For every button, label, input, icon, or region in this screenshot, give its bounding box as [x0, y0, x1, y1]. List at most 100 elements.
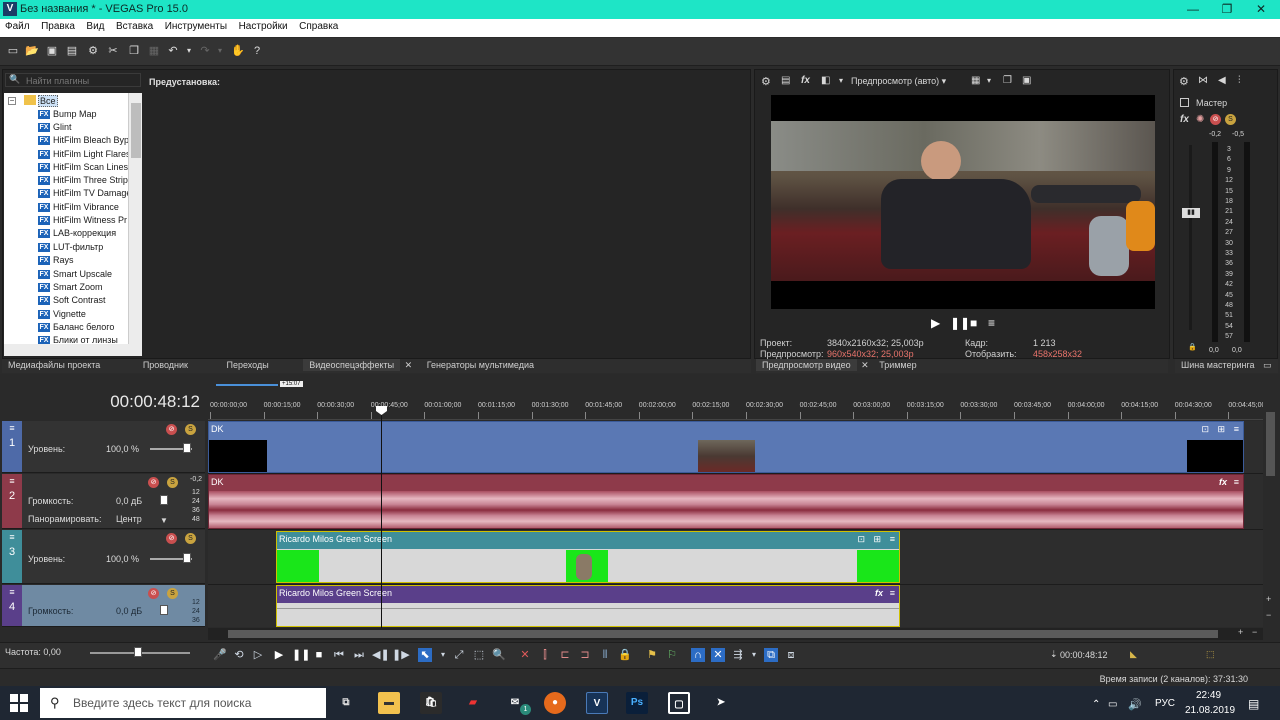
plugin-item[interactable]: FX Glint	[38, 122, 72, 133]
ignore-grouping-icon[interactable]: ⧈	[784, 648, 798, 662]
hscroll-thumb[interactable]	[228, 630, 1218, 638]
split-icon[interactable]: ⫴	[598, 648, 612, 662]
normal-edit-tool-icon[interactable]: ⬉	[418, 648, 432, 662]
copy-icon[interactable]: ❐	[127, 44, 141, 58]
menu-tools[interactable]: Инструменты	[160, 19, 231, 32]
track-menu-icon[interactable]: ≡	[2, 587, 22, 597]
event-pan-crop-icon[interactable]: ⊡	[857, 534, 865, 545]
transport-play-icon[interactable]: ▶	[272, 648, 286, 662]
plugin-root[interactable]: Все	[38, 95, 58, 107]
loop-region-bar[interactable]: +15:07	[208, 380, 1263, 390]
play-from-start-icon[interactable]: ▷	[251, 648, 265, 662]
event-menu-icon[interactable]: ≡	[890, 534, 895, 544]
taskbar-search-input[interactable]: Введите здесь текст для поиска	[73, 696, 251, 710]
lock-icon[interactable]: 🔒	[1188, 343, 1197, 351]
store-icon[interactable]: 🛍	[420, 692, 442, 714]
split-screen-icon[interactable]: ◧	[821, 75, 830, 86]
auto-crossfade-icon[interactable]: ✕	[711, 648, 725, 662]
master-automation-icon[interactable]: ✺	[1196, 114, 1204, 125]
selection-tool-icon[interactable]: ⬚	[472, 648, 486, 662]
properties-icon[interactable]: ⚙	[86, 44, 100, 58]
plugin-item[interactable]: FX Soft Contrast	[38, 295, 106, 306]
prev-frame-icon[interactable]: ◀❚	[372, 648, 390, 662]
tab-video-preview[interactable]: Предпросмотр видео	[756, 359, 857, 371]
mute-icon[interactable]: ⊘	[166, 533, 177, 544]
video-event-ricardo[interactable]: Ricardo Milos Green Screen ⊡ ⊞ ≡	[276, 531, 900, 583]
open-icon[interactable]: 📂	[25, 44, 39, 58]
tab-project-media[interactable]: Медиафайлы проекта	[2, 359, 106, 371]
envelope-tool-icon[interactable]: ⤢	[452, 648, 466, 662]
master-mute-icon[interactable]: ⊘	[1210, 114, 1221, 125]
file-explorer-icon[interactable]: ▬	[378, 692, 400, 714]
playhead-line[interactable]	[381, 408, 382, 630]
plugin-search-input[interactable]: Найти плагины	[26, 76, 89, 86]
volume-icon[interactable]: 🔊	[1128, 698, 1142, 711]
windows-start-icon[interactable]	[10, 694, 28, 712]
taskbar-search-box[interactable]: ⚲ Введите здесь текст для поиска	[40, 688, 326, 718]
insert-region-icon[interactable]: ⚐	[665, 648, 679, 662]
new-icon[interactable]: ▭	[6, 44, 20, 58]
audio-event-ricardo[interactable]: Ricardo Milos Green Screen fx ≡	[276, 585, 900, 627]
stop-icon[interactable]: ■	[970, 316, 977, 330]
mute-icon[interactable]: ⊘	[148, 588, 159, 599]
help-icon[interactable]: ?	[250, 44, 264, 58]
cursor-icon[interactable]: ✋	[231, 44, 245, 58]
mute-icon[interactable]: ⊘	[166, 424, 177, 435]
plugin-item[interactable]: FX HitFilm Scan Lines	[38, 162, 128, 173]
event-fx-icon[interactable]: fx	[875, 588, 883, 598]
h-zoom-in-icon[interactable]: +	[1238, 627, 1243, 637]
plugin-item[interactable]: FX Smart Upscale	[38, 269, 112, 280]
preview-menu-icon[interactable]: ≡	[988, 316, 995, 330]
tab-media-generators[interactable]: Генераторы мультимедиа	[421, 359, 540, 371]
zoom-tool-icon[interactable]: 🔍	[492, 648, 506, 662]
solo-icon[interactable]: S	[185, 533, 196, 544]
game-app-icon[interactable]: ▰	[462, 692, 484, 714]
external-monitor-icon[interactable]: ▤	[781, 75, 790, 86]
save-icon[interactable]: ▣	[45, 44, 59, 58]
event-fx-icon[interactable]: ⊞	[1217, 424, 1225, 435]
trim-end-icon[interactable]: ⊐	[578, 648, 592, 662]
menu-view[interactable]: Вид	[81, 19, 108, 32]
plugin-item[interactable]: FX HitFilm Vibrance	[38, 202, 119, 213]
close-button[interactable]: ✕	[1244, 0, 1278, 19]
plugin-item[interactable]: FX LUT-фильтр	[38, 242, 103, 253]
snap-icon[interactable]: ∩	[691, 648, 705, 662]
rate-slider-thumb[interactable]	[134, 647, 142, 657]
time-ruler[interactable]: 00:00:00;00 00:00:15;00 00:00:30;00 00:00:4…	[208, 400, 1265, 420]
timecode-display[interactable]: 00:00:48:12	[110, 392, 200, 412]
video-event-dk[interactable]: DK ⊡ ⊞ ≡	[208, 421, 1244, 473]
clock-date[interactable]: 21.08.2019	[1185, 705, 1235, 716]
track-header-2[interactable]: ≡ 2 ⊘ S Громкость: 0,0 дБ Панорамировать:…	[2, 474, 205, 529]
firefox-icon[interactable]: ●	[544, 692, 566, 714]
app-frame-icon[interactable]: ▢	[668, 692, 690, 714]
loop-region[interactable]	[216, 384, 278, 386]
trim-start-icon[interactable]: ⊏	[558, 648, 572, 662]
event-fx-icon[interactable]: ⊞	[873, 534, 881, 545]
plugin-hscroll[interactable]	[4, 344, 142, 356]
downmix-icon[interactable]: ⋈	[1198, 75, 1208, 86]
ripple-dropdown-icon[interactable]: ▾	[747, 648, 761, 662]
track-header-1[interactable]: ≡ 1 ⊘ S Уровень: 100,0 %	[2, 421, 205, 473]
language-indicator[interactable]: РУС	[1155, 698, 1175, 709]
master-fx-icon[interactable]: fx	[1180, 114, 1189, 125]
solo-icon[interactable]: S	[167, 588, 178, 599]
record-icon[interactable]: 🎤	[213, 648, 227, 662]
tab-video-fx[interactable]: Видеоспецэффекты	[303, 359, 401, 371]
preview-quality[interactable]: Предпросмотр (авто) ▾	[851, 76, 946, 87]
settings-icon[interactable]: ⚙	[761, 75, 771, 88]
overlays-dropdown-icon[interactable]: ▾	[987, 76, 991, 85]
transport-stop-icon[interactable]: ■	[312, 648, 326, 662]
master-solo-icon[interactable]: S	[1225, 114, 1236, 125]
volume-slider-thumb[interactable]	[160, 495, 168, 505]
level-slider-thumb[interactable]	[183, 443, 191, 453]
track-header-4[interactable]: ≡ 4 ⊘ S Громкость: 0,0 дБ 12 24 36	[2, 585, 205, 627]
undo-icon[interactable]: ↶	[166, 44, 180, 58]
plugin-item[interactable]: FX Smart Zoom	[38, 282, 103, 293]
copy-snapshot-icon[interactable]: ❐	[1003, 75, 1012, 86]
go-to-start-icon[interactable]: ⏮	[332, 648, 346, 662]
mixer-icon[interactable]: ⫶	[1238, 75, 1241, 86]
plugin-search[interactable]: 🔍 Найти плагины	[5, 73, 141, 87]
delete-icon[interactable]: ✕	[518, 648, 532, 662]
volume-slider-thumb[interactable]	[160, 605, 168, 615]
tab-close-icon[interactable]: ✕	[403, 359, 415, 372]
